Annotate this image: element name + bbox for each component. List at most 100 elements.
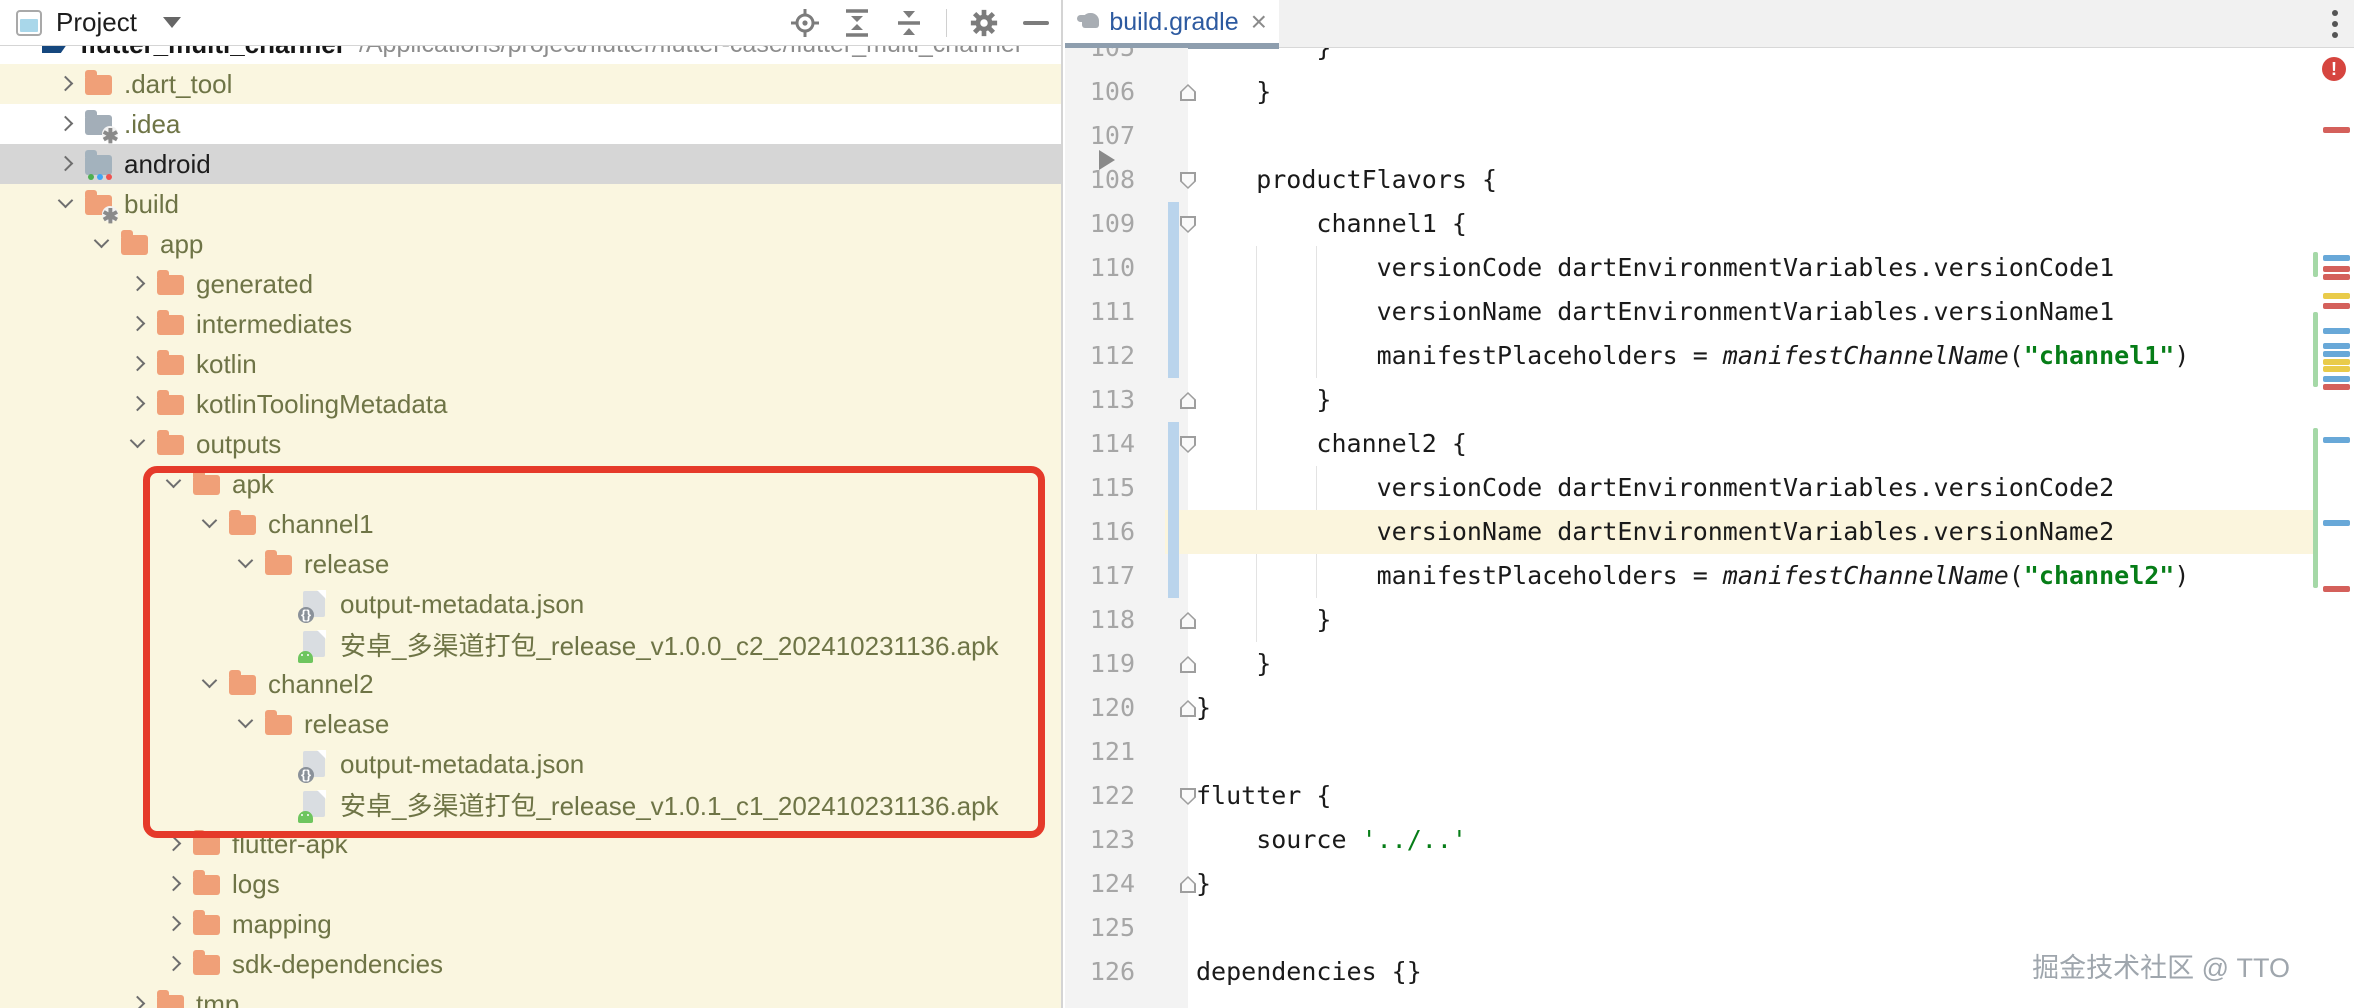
tree-row[interactable]: 安卓_多渠道打包_release_v1.0.0_c2_202410231136.… [0,624,1061,664]
tree-row[interactable]: generated [0,264,1061,304]
code-line[interactable]: 114 channel2 { [1065,422,2354,466]
fold-marker-icon[interactable] [1180,436,1196,453]
tab-build-gradle[interactable]: build.gradle × [1065,0,1279,44]
tree-chevron-icon[interactable] [126,392,150,416]
code-segment: '../..' [1361,825,1467,854]
tree-row[interactable]: mapping [0,904,1061,944]
line-number: 109 [1089,209,1135,238]
fold-marker-icon[interactable] [1180,392,1196,409]
tree-chevron-icon[interactable] [54,192,78,216]
tree-chevron-icon[interactable] [162,912,186,936]
tree-chevron-icon[interactable] [90,232,114,256]
tree-row[interactable]: sdk-dependencies [0,944,1061,984]
tree-chevron-icon[interactable] [198,672,222,696]
tree-chevron-icon[interactable] [126,312,150,336]
fold-marker-icon[interactable] [1180,172,1196,189]
tree-row[interactable]: kotlinToolingMetadata [0,384,1061,424]
line-number: 126 [1089,957,1135,986]
tree-row[interactable]: channel2 [0,664,1061,704]
tree-chevron-icon[interactable] [54,72,78,96]
tree-chevron-icon[interactable] [126,272,150,296]
code-line[interactable]: 112 manifestPlaceholders = manifestChann… [1065,334,2354,378]
tree-row[interactable]: 安卓_多渠道打包_release_v1.0.1_c1_202410231136.… [0,784,1061,824]
hide-panel-button[interactable] [1021,8,1051,38]
code-segment: ( [2008,561,2024,590]
tree-row[interactable]: .dart_tool [0,64,1061,104]
code-line[interactable]: 119 } [1065,642,2354,686]
fold-marker-icon[interactable] [1180,84,1196,101]
editor-body[interactable]: 105 } 106 } 107 108 productFlavors { 109… [1065,48,2354,1008]
tree-chevron-icon[interactable] [198,512,222,536]
tree-row-project-root[interactable]: flutter_multi_channel /Applications/proj… [0,46,1061,64]
tree-chevron-icon[interactable] [162,832,186,856]
fold-marker-icon[interactable] [1180,612,1196,629]
chevron-down-icon[interactable] [162,17,181,28]
tree-chevron-icon[interactable] [126,352,150,376]
settings-gear-icon[interactable] [969,8,999,38]
project-panel-header: Project [0,0,1061,46]
code-line[interactable]: 106 } [1065,70,2354,114]
tree-row[interactable]: ✱ .idea [0,104,1061,148]
tree-row[interactable]: release [0,544,1061,584]
gutter-run-marker-icon[interactable] [1099,150,1115,170]
tree-chevron-icon[interactable] [54,112,78,136]
tree-chevron-icon[interactable] [162,472,186,496]
tree-chevron-icon[interactable] [126,992,150,1008]
tree-row[interactable]: flutter-apk [0,824,1061,864]
locate-file-button[interactable] [790,8,820,38]
code-line[interactable]: 109 channel1 { [1065,202,2354,246]
tree-row[interactable]: logs [0,864,1061,904]
tree-row[interactable]: app [0,224,1061,264]
fold-marker-icon[interactable] [1180,788,1196,805]
tree-row[interactable]: {} output-metadata.json [0,584,1061,624]
tree-row[interactable]: android [0,144,1061,184]
tree-chevron-icon[interactable] [126,432,150,456]
tree-chevron-icon[interactable] [234,552,258,576]
code-line[interactable]: 113 } [1065,378,2354,422]
code-text: flutter { [1196,774,1331,818]
tree-row[interactable]: intermediates [0,304,1061,344]
tree-chevron-icon[interactable] [162,952,186,976]
code-line[interactable]: 107 [1065,114,2354,158]
tree-chevron-icon[interactable] [162,872,186,896]
tab-close-icon[interactable]: × [1251,8,1267,36]
tree-row[interactable]: release [0,704,1061,744]
code-line[interactable]: 121 [1065,730,2354,774]
code-line[interactable]: 117 manifestPlaceholders = manifestChann… [1065,554,2354,598]
code-line[interactable]: 115 versionCode dartEnvironmentVariables… [1065,466,2354,510]
error-stripe[interactable]: ! [2310,48,2354,1008]
code-line[interactable]: 116 versionName dartEnvironmentVariables… [1065,510,2354,554]
fold-marker-icon[interactable] [1180,700,1196,717]
tree-item-label: 安卓_多渠道打包_release_v1.0.1_c1_202410231136.… [340,790,999,821]
code-line[interactable]: 105 } [1065,48,2354,70]
code-line[interactable]: 120 } [1065,686,2354,730]
expand-all-button[interactable] [842,8,872,38]
fold-marker-icon[interactable] [1180,656,1196,673]
code-line[interactable]: 125 [1065,906,2354,950]
tree-row[interactable]: channel1 [0,504,1061,544]
tree-row[interactable]: kotlin [0,344,1061,384]
tree-chevron-icon[interactable] [234,712,258,736]
error-indicator-icon[interactable]: ! [2322,57,2346,81]
code-line[interactable]: 122 flutter { [1065,774,2354,818]
code-line[interactable]: 110 versionCode dartEnvironmentVariables… [1065,246,2354,290]
code-line[interactable]: 108 productFlavors { [1065,158,2354,202]
fold-marker-icon[interactable] [1180,876,1196,893]
tree-chevron-icon[interactable] [54,152,78,176]
stripe-mark-red [2323,127,2350,133]
tree-row[interactable]: ✱ build [0,184,1061,228]
code-line[interactable]: 111 versionName dartEnvironmentVariables… [1065,290,2354,334]
tree-row[interactable]: {} output-metadata.json [0,744,1061,784]
project-view-title[interactable]: Project [56,7,137,38]
tree-row[interactable]: apk [0,464,1061,504]
code-segment: versionCode dartEnvironmentVariables.ver… [1196,473,2115,502]
collapse-all-button[interactable] [894,8,924,38]
tree-row[interactable]: tmp [0,984,1061,1008]
folder-icon [156,429,186,459]
tree-row[interactable]: outputs [0,424,1061,464]
tab-options-kebab-icon[interactable] [2332,10,2338,16]
fold-marker-icon[interactable] [1180,216,1196,233]
code-line[interactable]: 124 } [1065,862,2354,906]
code-line[interactable]: 123 source '../..' [1065,818,2354,862]
code-line[interactable]: 118 } [1065,598,2354,642]
